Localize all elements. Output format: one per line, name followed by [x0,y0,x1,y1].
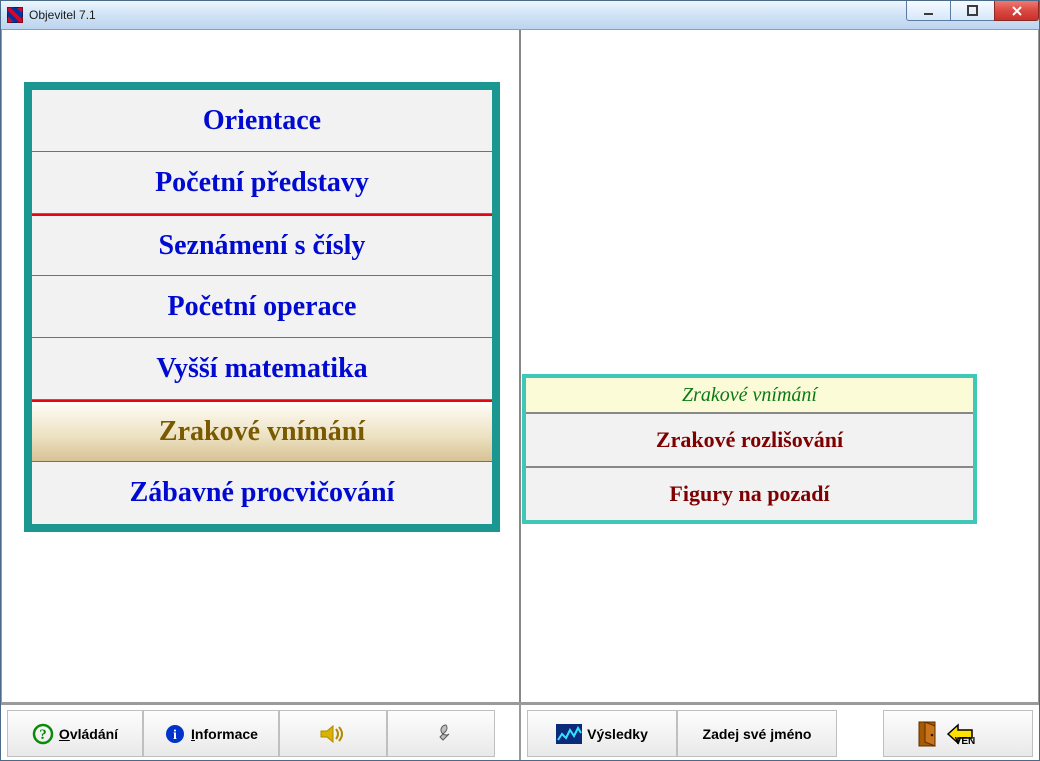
sub-item-label: Figury na pozadí [669,481,829,507]
menu-item-seznameni-s-cisly[interactable]: Seznámení s čísly [32,214,492,276]
bottom-bar: ? Ovládání i Informace Vý [1,703,1039,760]
menu-item-label: Orientace [203,105,321,137]
maximize-button[interactable] [950,1,995,21]
close-icon [1011,5,1023,17]
content-area: Orientace Početní představy Seznámení s … [1,29,1039,703]
maximize-icon [967,5,979,17]
main-menu: Orientace Početní představy Seznámení s … [24,82,500,532]
vysledky-label: Výsledky [587,726,648,742]
sub-menu-title: Zrakové vnímání [526,378,973,412]
menu-item-zrakove-vnimani[interactable]: Zrakové vnímání [32,400,492,462]
menu-item-orientace[interactable]: Orientace [32,90,492,152]
informace-button[interactable]: i Informace [143,710,279,757]
menu-item-vyssi-matematika[interactable]: Vyšší matematika [32,338,492,400]
door-icon [917,720,941,748]
window-controls [907,1,1039,21]
titlebar: Objevitel 7.1 [1,1,1039,29]
settings-button[interactable] [387,710,495,757]
informace-label: Informace [191,726,258,742]
menu-item-label: Početní operace [168,291,357,323]
menu-item-label: Početní představy [155,167,369,199]
sub-item-figury-na-pozadi[interactable]: Figury na pozadí [526,466,973,520]
zadej-jmeno-label: Zadej své jméno [703,726,812,742]
menu-item-zabavne-procvicovani[interactable]: Zábavné procvičování [32,462,492,524]
sound-button[interactable] [279,710,387,757]
speaker-icon [319,723,347,745]
ovladani-label: Ovládání [59,726,118,742]
menu-item-label: Zrakové vnímání [159,416,365,448]
minimize-icon [923,5,935,17]
ovladani-button[interactable]: ? Ovládání [7,710,143,757]
right-pane: Zrakové vnímání Zrakové rozlišování Figu… [521,30,1038,702]
sub-item-label: Zrakové rozlišování [656,427,843,453]
app-window: Objevitel 7.1 Orientace Početní představ… [0,0,1040,761]
chart-icon [556,724,582,744]
window-title: Objevitel 7.1 [29,8,96,22]
info-icon: i [164,723,186,745]
vysledky-button[interactable]: Výsledky [527,710,677,757]
menu-item-pocetni-operace[interactable]: Početní operace [32,276,492,338]
menu-item-label: Zábavné procvičování [130,477,395,509]
svg-text:?: ? [39,727,47,743]
sub-item-zrakove-rozlisovani[interactable]: Zrakové rozlišování [526,412,973,466]
svg-text:i: i [173,728,177,743]
menu-item-pocetni-predstavy[interactable]: Početní představy [32,152,492,214]
ven-button[interactable]: VEN [883,710,1033,757]
ven-label: VEN [955,736,976,747]
close-button[interactable] [994,1,1039,21]
zadej-jmeno-button[interactable]: Zadej své jméno [677,710,837,757]
wrench-icon [428,721,454,747]
menu-item-label: Vyšší matematika [156,353,367,385]
left-pane: Orientace Početní představy Seznámení s … [2,30,521,702]
menu-item-label: Seznámení s čísly [159,230,366,262]
help-icon: ? [32,723,54,745]
sub-menu: Zrakové vnímání Zrakové rozlišování Figu… [522,374,977,524]
app-icon [7,7,23,23]
minimize-button[interactable] [906,1,951,21]
